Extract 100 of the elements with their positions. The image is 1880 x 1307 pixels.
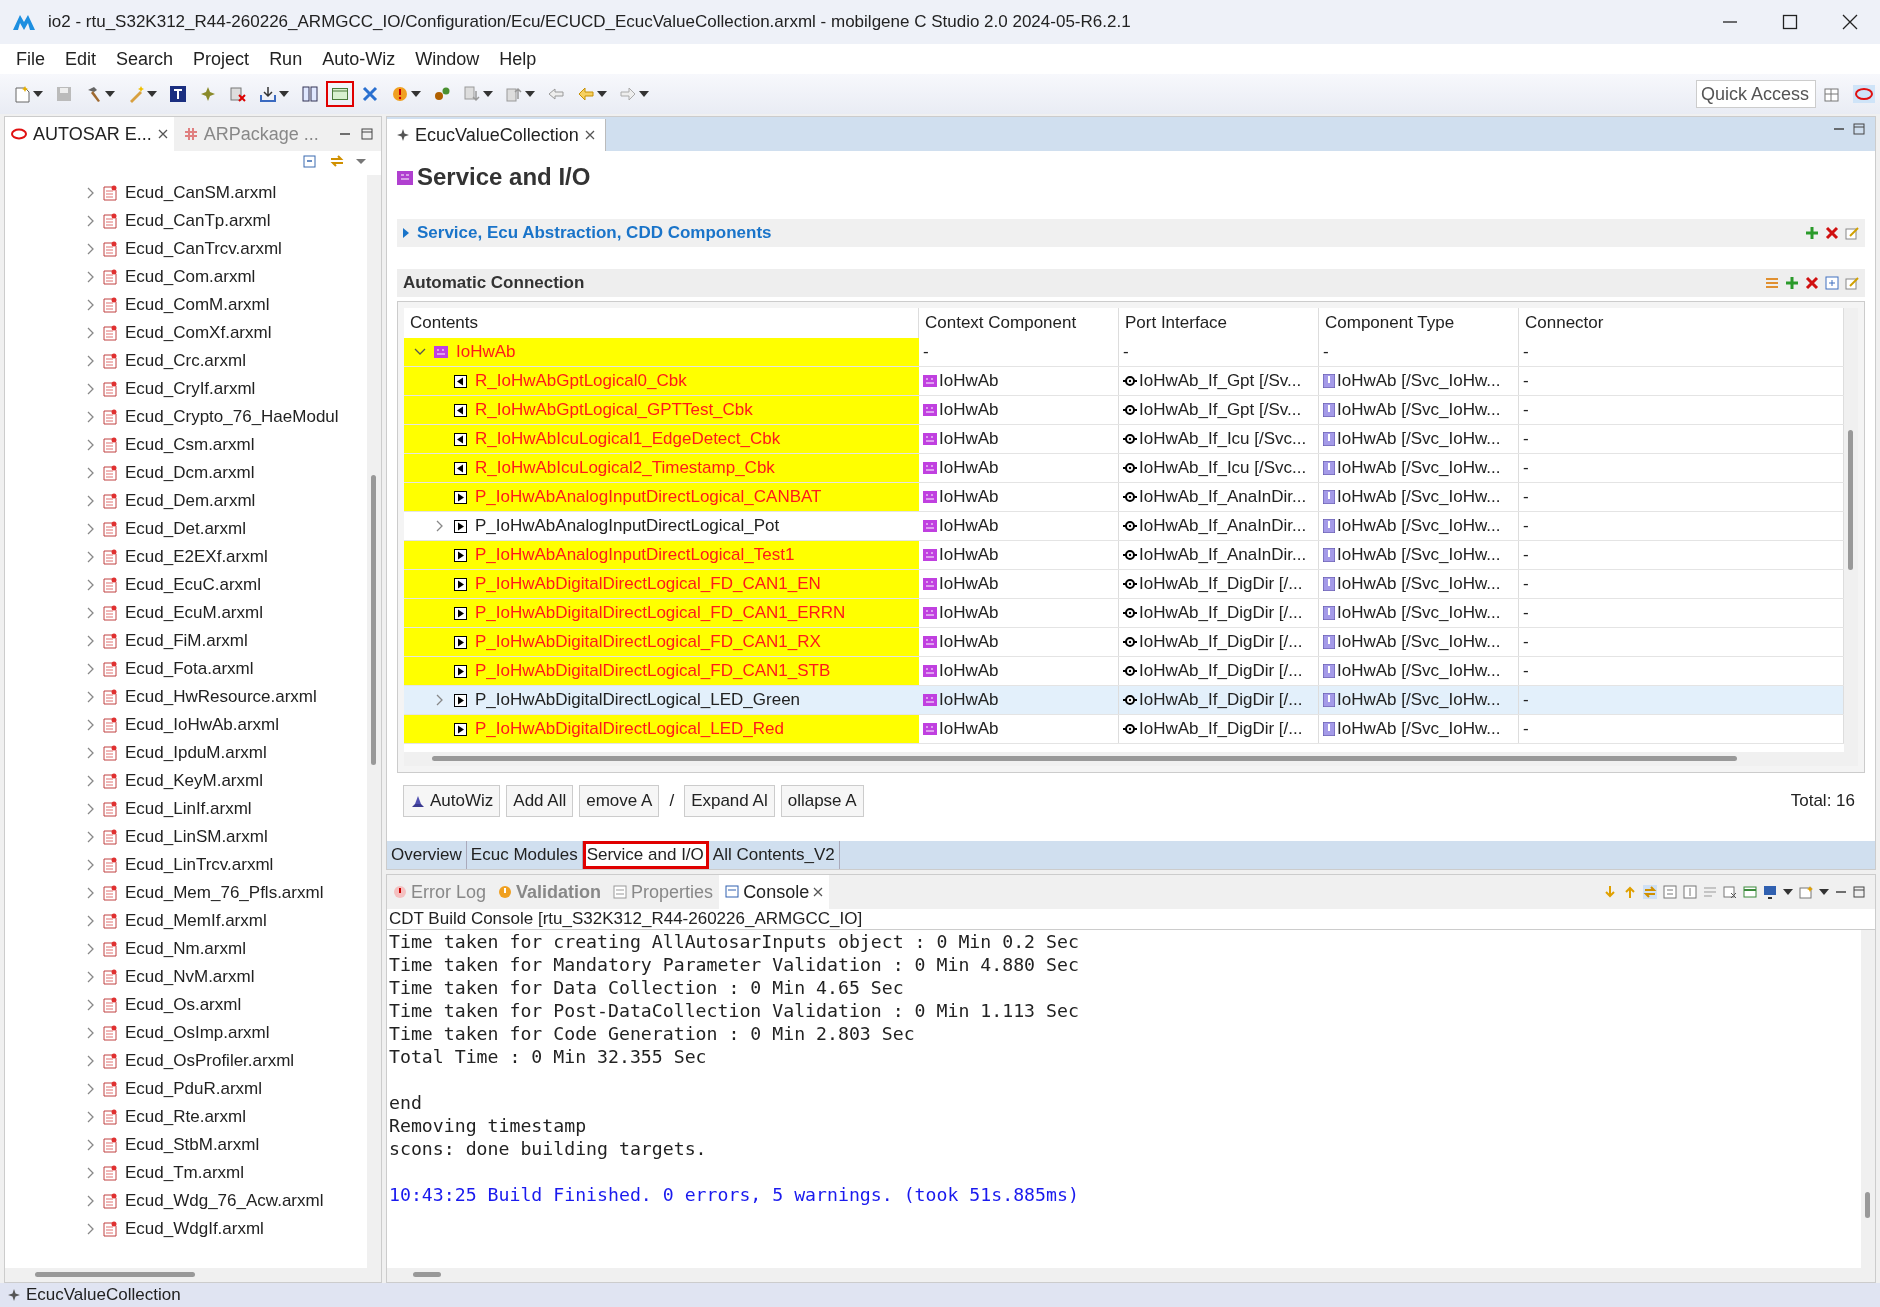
- action-button[interactable]: Add All: [506, 785, 574, 817]
- add-icon[interactable]: [1805, 226, 1819, 240]
- tree-item[interactable]: Ecud_Det.arxml: [5, 515, 367, 543]
- menu-item[interactable]: Window: [405, 48, 490, 70]
- caret-icon[interactable]: [525, 91, 535, 97]
- tree-item[interactable]: Ecud_EcuM.arxml: [5, 599, 367, 627]
- tree-item[interactable]: Ecud_EcuC.arxml: [5, 571, 367, 599]
- tree-item[interactable]: Ecud_Csm.arxml: [5, 431, 367, 459]
- action-button[interactable]: AutoWiz: [403, 785, 501, 817]
- delete-icon[interactable]: [1805, 276, 1819, 290]
- maximize-icon[interactable]: [1781, 13, 1799, 31]
- caret-icon[interactable]: [147, 91, 157, 97]
- tree-item[interactable]: Ecud_ComXf.arxml: [5, 319, 367, 347]
- tree-node-label[interactable]: IoHwAb: [456, 342, 516, 362]
- table-row[interactable]: IoHwAb - - - -: [404, 338, 1844, 367]
- action-button[interactable]: Expand Al: [684, 785, 775, 817]
- tree-item[interactable]: Ecud_CanSM.arxml: [5, 179, 367, 207]
- close-icon[interactable]: [1841, 13, 1859, 31]
- column-header[interactable]: Component Type: [1319, 308, 1519, 338]
- tree-item[interactable]: Ecud_Fota.arxml: [5, 655, 367, 683]
- tree-item[interactable]: Ecud_IpduM.arxml: [5, 739, 367, 767]
- scrollbar-thumb[interactable]: [413, 1272, 441, 1277]
- monitor-icon[interactable]: [1763, 885, 1777, 899]
- autosar-perspective-icon[interactable]: [1853, 85, 1875, 103]
- tree-item[interactable]: Ecud_FiM.arxml: [5, 627, 367, 655]
- compare-icon[interactable]: [301, 85, 319, 103]
- close-icon[interactable]: [157, 129, 168, 139]
- tree-item[interactable]: Ecud_MemIf.arxml: [5, 907, 367, 935]
- port-label[interactable]: P_IoHwAbDigitalDirectLogical_LED_Green: [475, 690, 801, 710]
- collapse-all-icon[interactable]: [303, 153, 319, 169]
- close-icon[interactable]: [584, 130, 595, 140]
- column-header[interactable]: Context Component: [919, 308, 1119, 338]
- tree-item[interactable]: Ecud_Nm.arxml: [5, 935, 367, 963]
- tree-item[interactable]: Ecud_Mem_76_Pfls.arxml: [5, 879, 367, 907]
- tree-item[interactable]: Ecud_Com.arxml: [5, 263, 367, 291]
- menu-item[interactable]: Help: [489, 48, 547, 70]
- menu-item[interactable]: Run: [259, 48, 313, 70]
- tree-item[interactable]: Ecud_KeyM.arxml: [5, 767, 367, 795]
- tree-item[interactable]: Ecud_IoHwAb.arxml: [5, 711, 367, 739]
- tree-item[interactable]: Ecud_Dem.arxml: [5, 487, 367, 515]
- gears-icon[interactable]: [433, 85, 451, 103]
- tree-item[interactable]: Ecud_StbM.arxml: [5, 1131, 367, 1159]
- tree-item[interactable]: Ecud_ComM.arxml: [5, 291, 367, 319]
- menu-item[interactable]: Edit: [55, 48, 107, 70]
- table-row[interactable]: P_IoHwAbDigitalDirectLogical_LED_Red IoHwAb IoHwAb_If_DigDir [/... IoHwAb [/Svc_IoHw... -: [404, 715, 1844, 744]
- list-icon[interactable]: [1765, 276, 1779, 290]
- menu-item[interactable]: Project: [183, 48, 260, 70]
- link-icon[interactable]: [329, 153, 345, 169]
- back-icon[interactable]: [547, 85, 565, 103]
- scrollbar-thumb[interactable]: [1865, 1192, 1870, 1218]
- tree-item[interactable]: Ecud_Rte.arxml: [5, 1103, 367, 1131]
- caret-icon[interactable]: [33, 91, 43, 97]
- tree-item[interactable]: Ecud_Tm.arxml: [5, 1159, 367, 1187]
- table-row[interactable]: P_IoHwAbDigitalDirectLogical_FD_CAN1_EN IoHwAb IoHwAb_If_DigDir [/... IoHwAb [/Svc_IoHw... -: [404, 570, 1844, 599]
- sparkle-icon[interactable]: [199, 85, 217, 103]
- link-icon[interactable]: [1643, 885, 1657, 899]
- table-row[interactable]: P_IoHwAbDigitalDirectLogical_FD_CAN1_STB IoHwAb IoHwAb_If_DigDir [/... IoHwAb [/Svc_IoHw... -: [404, 657, 1844, 686]
- close-icon[interactable]: [813, 887, 824, 897]
- scrollbar-thumb[interactable]: [1848, 430, 1853, 570]
- editor-tab[interactable]: EcucValueCollection: [387, 119, 606, 151]
- menu-item[interactable]: Search: [106, 48, 184, 70]
- caret-icon[interactable]: [1783, 889, 1793, 895]
- tree-item[interactable]: Ecud_Crypto_76_HaeModul: [5, 403, 367, 431]
- section-toggle[interactable]: Service, Ecu Abstraction, CDD Components: [403, 223, 772, 243]
- table-row[interactable]: P_IoHwAbDigitalDirectLogical_FD_CAN1_ERRN IoHwAb IoHwAb_If_DigDir [/... IoHwAb [/Svc_IoHw... -: [404, 599, 1844, 628]
- table-row[interactable]: R_IoHwAbGptLogical_GPTTest_Cbk IoHwAb IoHwAb_If_Gpt [/Sv... IoHwAb [/Svc_IoHw... -: [404, 396, 1844, 425]
- caret-icon[interactable]: [105, 91, 115, 97]
- action-button[interactable]: ollapse A: [780, 785, 864, 817]
- warning-icon[interactable]: [391, 85, 409, 103]
- tree-item[interactable]: Ecud_HwResource.arxml: [5, 683, 367, 711]
- edit-icon[interactable]: [1845, 226, 1859, 240]
- table-row[interactable]: P_IoHwAbAnalogInputDirectLogical_Test1 IoHwAb IoHwAb_If_AnaInDir... IoHwAb [/Svc_IoHw... -: [404, 541, 1844, 570]
- scrollbar-thumb[interactable]: [432, 756, 1737, 761]
- caret-icon[interactable]: [483, 91, 493, 97]
- perspective-icon[interactable]: [1823, 85, 1841, 103]
- clear-icon[interactable]: [1723, 885, 1737, 899]
- tree-item[interactable]: Ecud_PduR.arxml: [5, 1075, 367, 1103]
- scrollbar-thumb[interactable]: [35, 1272, 195, 1277]
- caret-icon[interactable]: [411, 91, 421, 97]
- display-console-icon[interactable]: [1743, 885, 1757, 899]
- table-row[interactable]: R_IoHwAbIcuLogical2_Timestamp_Cbk IoHwAb IoHwAb_If_Icu [/Svc... IoHwAb [/Svc_IoHw... -: [404, 454, 1844, 483]
- import-icon[interactable]: [259, 85, 277, 103]
- quick-access-field[interactable]: Quick Access: [1696, 80, 1816, 108]
- caret-icon[interactable]: [597, 91, 607, 97]
- panel-tab[interactable]: AUTOSAR E...: [5, 117, 174, 151]
- tree-item[interactable]: Ecud_LinIf.arxml: [5, 795, 367, 823]
- tree-item[interactable]: Ecud_LinSM.arxml: [5, 823, 367, 851]
- action-button[interactable]: emove A: [579, 785, 660, 817]
- new-console-icon[interactable]: [1799, 885, 1813, 899]
- generate-icon[interactable]: [229, 85, 247, 103]
- delete-icon[interactable]: [1825, 226, 1839, 240]
- expand-arrow-icon[interactable]: [403, 228, 409, 238]
- tree-item[interactable]: Ecud_Dcm.arxml: [5, 459, 367, 487]
- tools-icon[interactable]: [361, 85, 379, 103]
- menu-item[interactable]: Auto-Wiz: [312, 48, 406, 70]
- expand-all-icon[interactable]: [1825, 276, 1839, 290]
- window-icon[interactable]: [331, 85, 349, 103]
- table-row[interactable]: P_IoHwAbAnalogInputDirectLogical_CANBAT IoHwAb IoHwAb_If_AnaInDir... IoHwAb [/Svc_IoHw... -: [404, 483, 1844, 512]
- tree-item[interactable]: Ecud_NvM.arxml: [5, 963, 367, 991]
- port-label[interactable]: P_IoHwAbAnalogInputDirectLogical_Pot: [475, 516, 780, 536]
